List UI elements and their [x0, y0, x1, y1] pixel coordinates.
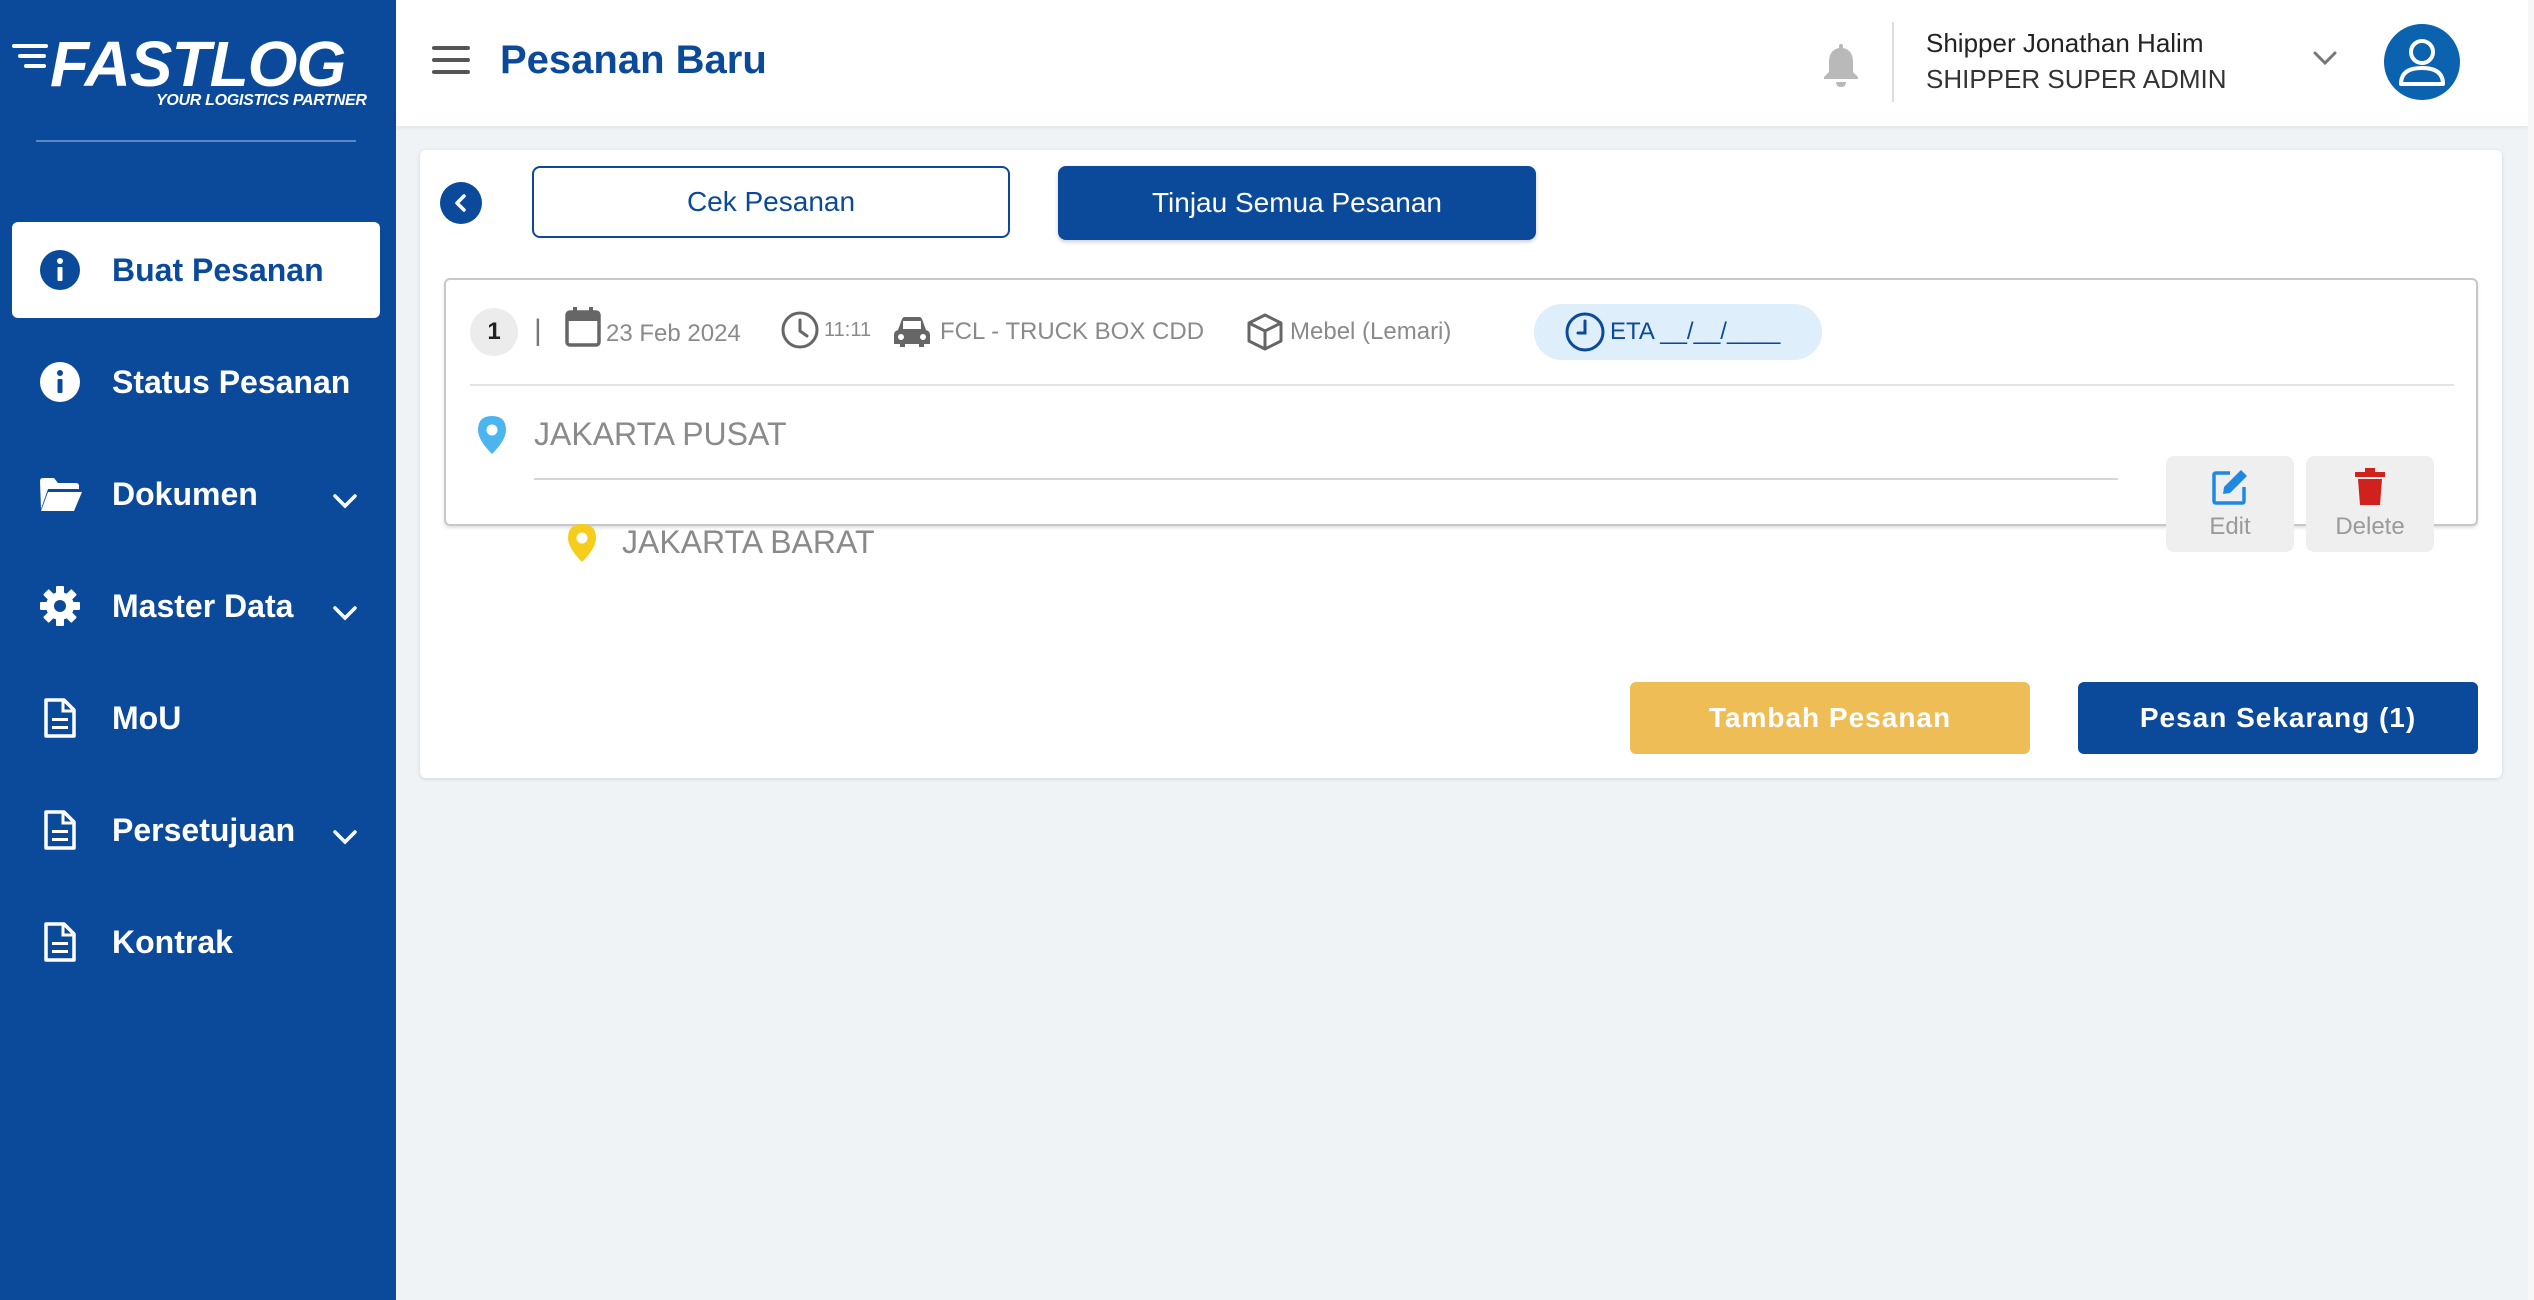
logo-divider [36, 140, 356, 142]
hamburger-menu-icon[interactable] [432, 46, 470, 76]
sidebar-item-dokumen[interactable]: Dokumen [12, 446, 380, 542]
sidebar-item-label: Dokumen [112, 475, 258, 512]
sidebar-item-persetujuan[interactable]: Persetujuan [12, 782, 380, 878]
chevron-left-icon [455, 194, 466, 212]
sidebar-item-label: Buat Pesanan [112, 251, 324, 288]
order-cargo-text: Mebel (Lemari) [1290, 318, 1452, 345]
user-role: SHIPPER SUPER ADMIN [1926, 64, 2227, 94]
document-icon [38, 696, 82, 740]
location-divider [534, 478, 2118, 480]
sidebar-item-buat-pesanan[interactable]: Buat Pesanan [12, 222, 380, 318]
tambah-pesanan-button[interactable]: Tambah Pesanan [1630, 682, 2030, 754]
calendar-icon [565, 307, 601, 347]
order-vehicle: FCL - TRUCK BOX CDD [892, 314, 1204, 350]
order-time: 11:11 [780, 310, 871, 350]
order-meta-row: 1 | 23 Feb 2024 11:11 FCL - TRUCK BOX CD… [470, 304, 2460, 360]
sidebar-item-status-pesanan[interactable]: Status Pesanan [12, 334, 380, 430]
order-divider [470, 384, 2454, 386]
edit-label: Edit [2209, 513, 2251, 540]
order-vehicle-text: FCL - TRUCK BOX CDD [940, 318, 1205, 345]
avatar[interactable] [2384, 24, 2460, 100]
chevron-down-icon[interactable] [332, 816, 358, 853]
edit-icon [2212, 470, 2247, 505]
folder-icon [38, 472, 82, 516]
sidebar-item-master-data[interactable]: Master Data [12, 558, 380, 654]
delete-button[interactable]: Delete [2306, 456, 2434, 552]
order-date-text: 23 Feb 2024 [606, 320, 741, 347]
sidebar: FASTLOG YOUR LOGISTICS PARTNER Buat Pesa… [0, 0, 396, 1300]
info-icon [38, 248, 82, 292]
order-cargo: Mebel (Lemari) [1246, 312, 1451, 352]
top-header: Pesanan Baru Shipper Jonathan Halim SHIP… [396, 0, 2528, 126]
document-icon [38, 808, 82, 852]
order-time-text: 11:11 [824, 318, 872, 341]
sidebar-item-label: Persetujuan [112, 811, 296, 848]
trash-icon [2355, 468, 2385, 505]
sidebar-item-mou[interactable]: MoU [12, 670, 380, 766]
sidebar-item-label: MoU [112, 699, 182, 736]
page-title: Pesanan Baru [500, 38, 767, 82]
info-icon [38, 360, 82, 404]
speed-lines-icon [12, 44, 54, 84]
origin-pin-icon [476, 414, 508, 461]
vehicle-icon [894, 317, 930, 347]
notification-bell-icon[interactable] [1820, 40, 1862, 88]
tinjau-semua-pesanan-button[interactable]: Tinjau Semua Pesanan [1058, 166, 1536, 240]
sidebar-item-label: Master Data [112, 587, 294, 624]
order-item: 1 | 23 Feb 2024 11:11 FCL - TRUCK BOX CD… [444, 278, 2478, 562]
logo-wordmark: FASTLOG [50, 28, 346, 100]
order-card: Cek Pesanan Tinjau Semua Pesanan 1 | 23 … [420, 150, 2502, 778]
eta-badge[interactable]: ETA __/__/____ [1534, 304, 1822, 360]
clock-icon [1565, 312, 1605, 352]
edit-button[interactable]: Edit [2166, 456, 2294, 552]
origin-location: JAKARTA PUSAT [534, 416, 787, 452]
user-name: Shipper Jonathan Halim [1926, 28, 2204, 58]
pesan-sekarang-button[interactable]: Pesan Sekarang (1) [2078, 682, 2478, 754]
meta-separator: | [534, 314, 542, 347]
fastlog-logo[interactable]: FASTLOG YOUR LOGISTICS PARTNER [12, 28, 367, 112]
destination-pin-icon [566, 522, 598, 569]
order-number-badge: 1 [470, 308, 518, 356]
gear-icon [38, 584, 82, 628]
chevron-down-icon[interactable] [2312, 50, 2338, 71]
sidebar-item-label: Status Pesanan [112, 363, 351, 400]
cek-pesanan-button[interactable]: Cek Pesanan [532, 166, 1010, 238]
chevron-down-icon[interactable] [332, 480, 358, 517]
package-icon [1247, 313, 1283, 351]
destination-location: JAKARTA BARAT [622, 524, 875, 560]
scrollbar-track[interactable] [2528, 0, 2534, 1300]
clock-icon [781, 311, 819, 349]
back-button[interactable] [440, 182, 482, 224]
chevron-down-icon[interactable] [332, 592, 358, 629]
logo-tagline: YOUR LOGISTICS PARTNER [156, 92, 367, 109]
sidebar-item-kontrak[interactable]: Kontrak [12, 894, 380, 990]
header-divider [1892, 22, 1894, 102]
delete-label: Delete [2335, 513, 2405, 540]
sidebar-item-label: Kontrak [112, 923, 233, 960]
eta-text: ETA __/__/____ [1610, 318, 1781, 345]
order-date: 23 Feb 2024 [564, 306, 741, 348]
document-icon [38, 920, 82, 964]
